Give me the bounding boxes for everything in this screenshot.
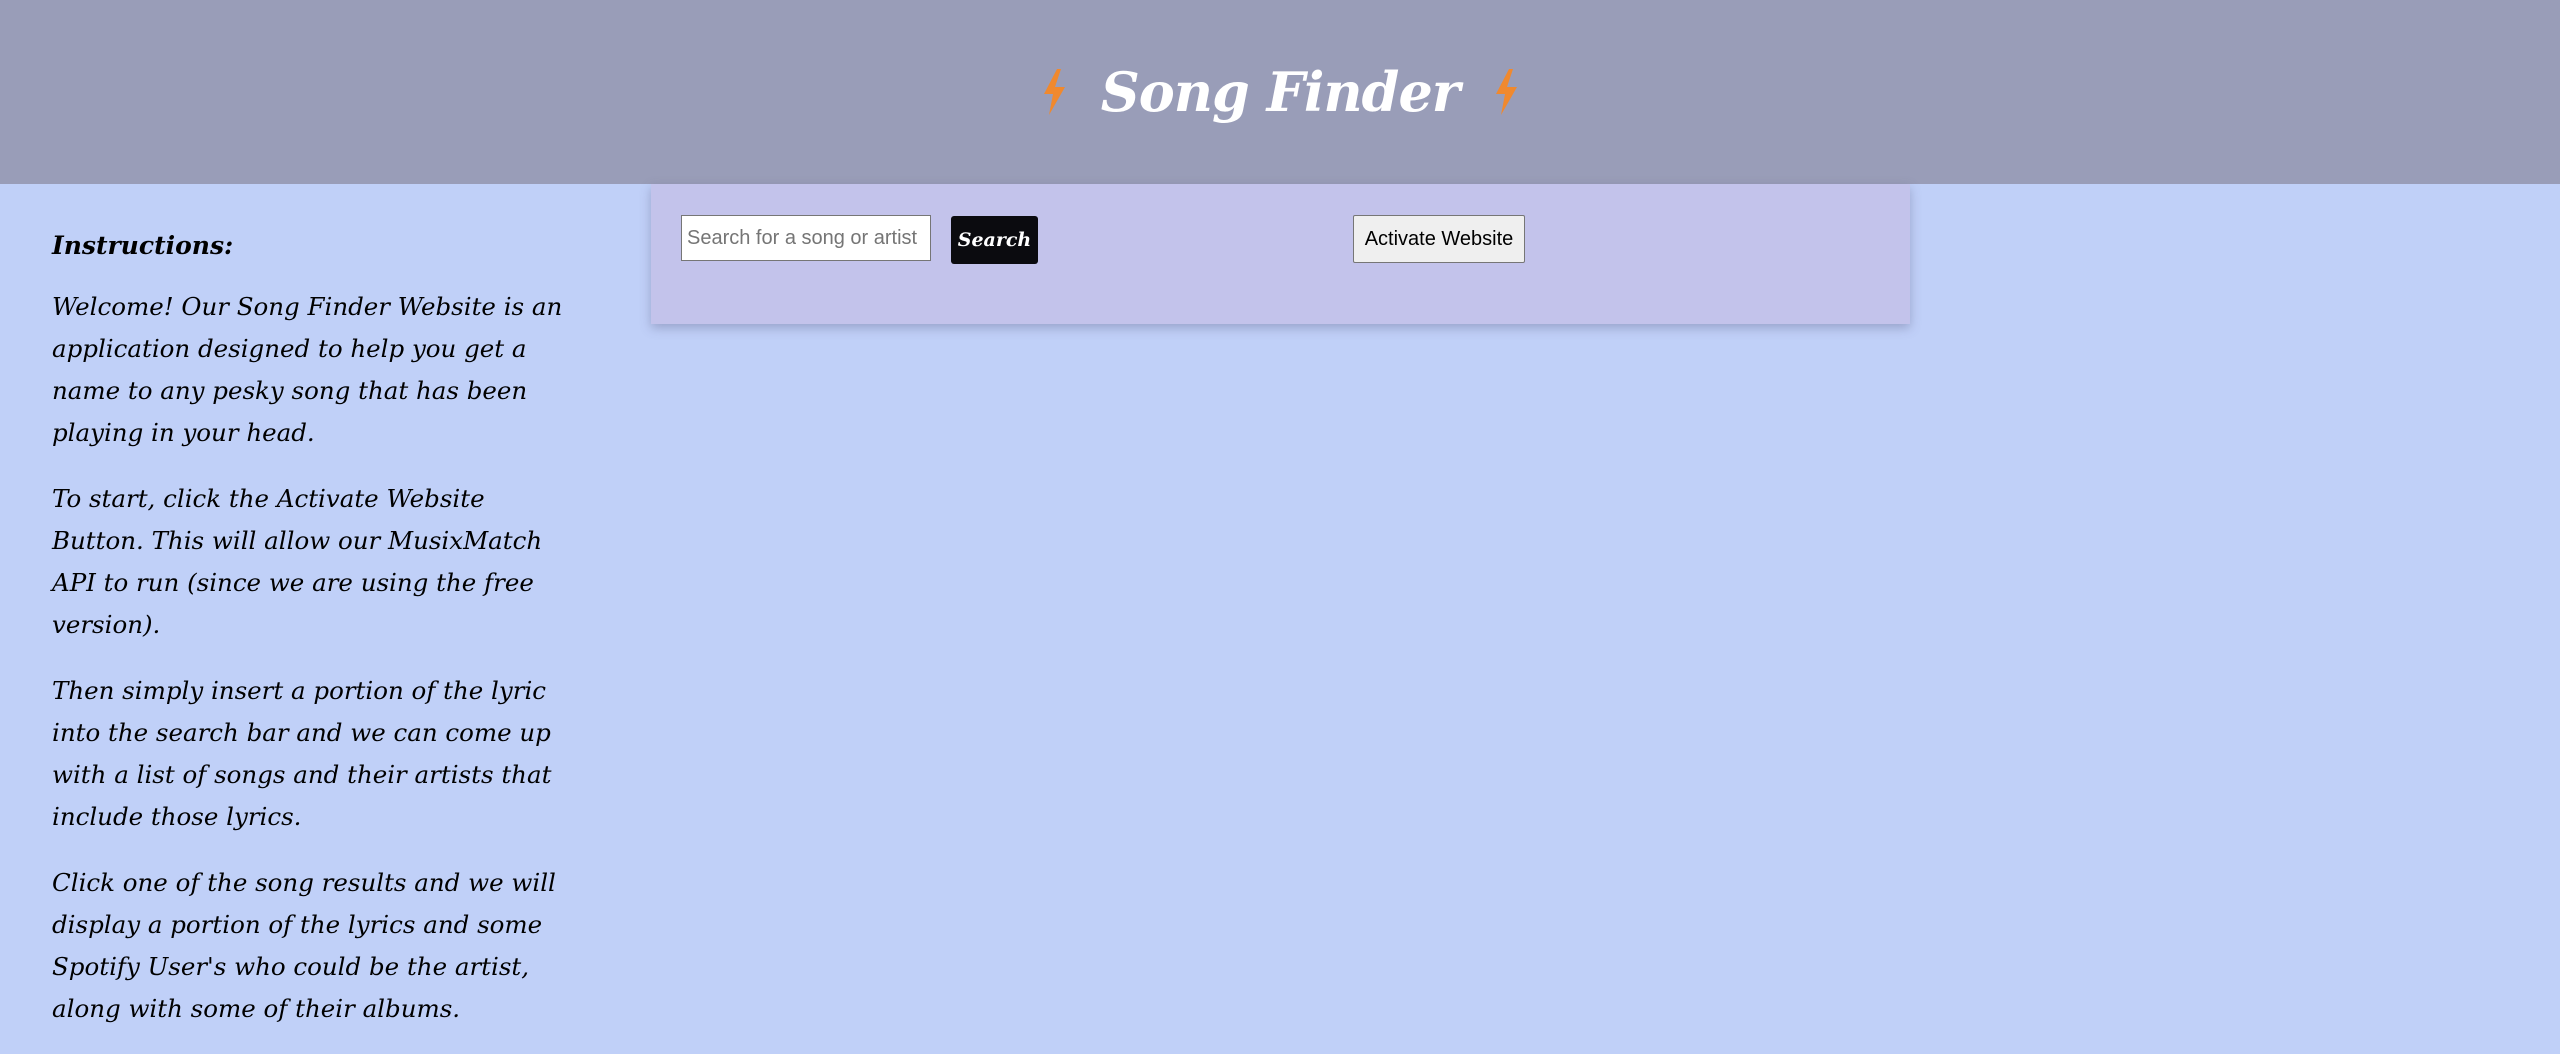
- bolt-icon: [1039, 67, 1069, 117]
- activate-website-button[interactable]: Activate Website: [1353, 215, 1525, 263]
- instructions-heading: Instructions:: [52, 231, 234, 260]
- instructions-paragraph: Welcome! Our Song Finder Website is an a…: [52, 292, 563, 447]
- page-header: Song Finder: [0, 0, 2560, 184]
- bolt-icon: [1491, 67, 1521, 117]
- page-title: Song Finder: [1100, 60, 1461, 124]
- search-button[interactable]: Search: [951, 216, 1038, 264]
- search-input[interactable]: [681, 215, 931, 261]
- instructions-section: Instructions: Welcome! Our Song Finder W…: [52, 226, 572, 1054]
- title-bar: Song Finder: [0, 0, 2560, 184]
- search-panel: Search Activate Website: [651, 184, 1910, 324]
- instructions-paragraph: To start, click the Activate Website But…: [52, 484, 543, 639]
- instructions-paragraph: Click one of the song results and we wil…: [52, 868, 556, 1023]
- instructions-paragraph: Then simply insert a portion of the lyri…: [52, 676, 552, 831]
